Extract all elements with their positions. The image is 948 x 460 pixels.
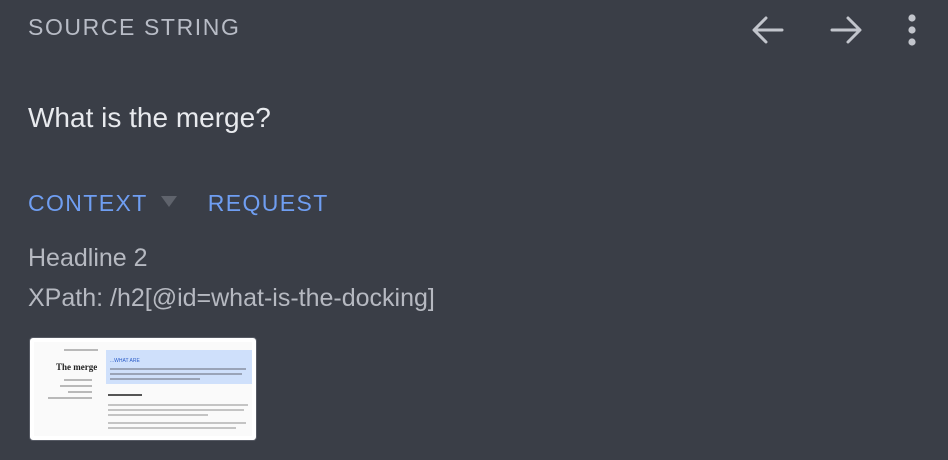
thumb-banner-title: ...WHAT ARE <box>110 358 140 364</box>
tab-context[interactable]: CONTEXT <box>28 190 148 217</box>
thumb-nav-line <box>68 391 92 393</box>
thumb-nav-line <box>64 379 92 381</box>
panel-title: SOURCE STRING <box>28 14 241 40</box>
thumb-text-line <box>108 414 208 416</box>
context-dropdown-button[interactable] <box>160 194 178 213</box>
thumb-text-line <box>110 368 246 370</box>
previous-button[interactable] <box>746 10 790 50</box>
caret-down-icon <box>160 196 177 207</box>
more-vertical-icon <box>908 14 916 46</box>
context-tabs: CONTEXT REQUEST <box>28 190 329 217</box>
thumb-heading-line <box>108 394 142 396</box>
thumb-side-title: The merge <box>56 362 98 372</box>
toolbar <box>746 10 922 50</box>
arrow-left-icon <box>752 16 784 44</box>
tab-request[interactable]: REQUEST <box>208 190 329 217</box>
thumb-text-line <box>110 373 242 375</box>
thumb-nav-line <box>48 397 92 399</box>
source-string-panel: SOURCE STRING What is the merge? CONTEXT <box>0 0 948 460</box>
next-button[interactable] <box>824 10 868 50</box>
thumb-text-line <box>108 427 236 429</box>
thumb-text-line <box>108 409 244 411</box>
source-string-text: What is the merge? <box>28 102 271 133</box>
thumb-text-line <box>108 422 246 424</box>
context-element-type: Headline 2 <box>28 244 148 272</box>
thumb-text-line <box>110 378 200 380</box>
screenshot-thumbnail[interactable]: The merge ...WHAT ARE <box>29 337 257 441</box>
more-options-button[interactable] <box>902 10 922 50</box>
thumb-nav-line <box>64 349 98 351</box>
thumbnail-preview: The merge ...WHAT ARE <box>34 342 252 436</box>
thumb-nav-line <box>60 385 92 387</box>
arrow-right-icon <box>830 16 862 44</box>
context-xpath: XPath: /h2[@id=what-is-the-docking] <box>28 284 435 312</box>
thumb-text-line <box>108 404 248 406</box>
